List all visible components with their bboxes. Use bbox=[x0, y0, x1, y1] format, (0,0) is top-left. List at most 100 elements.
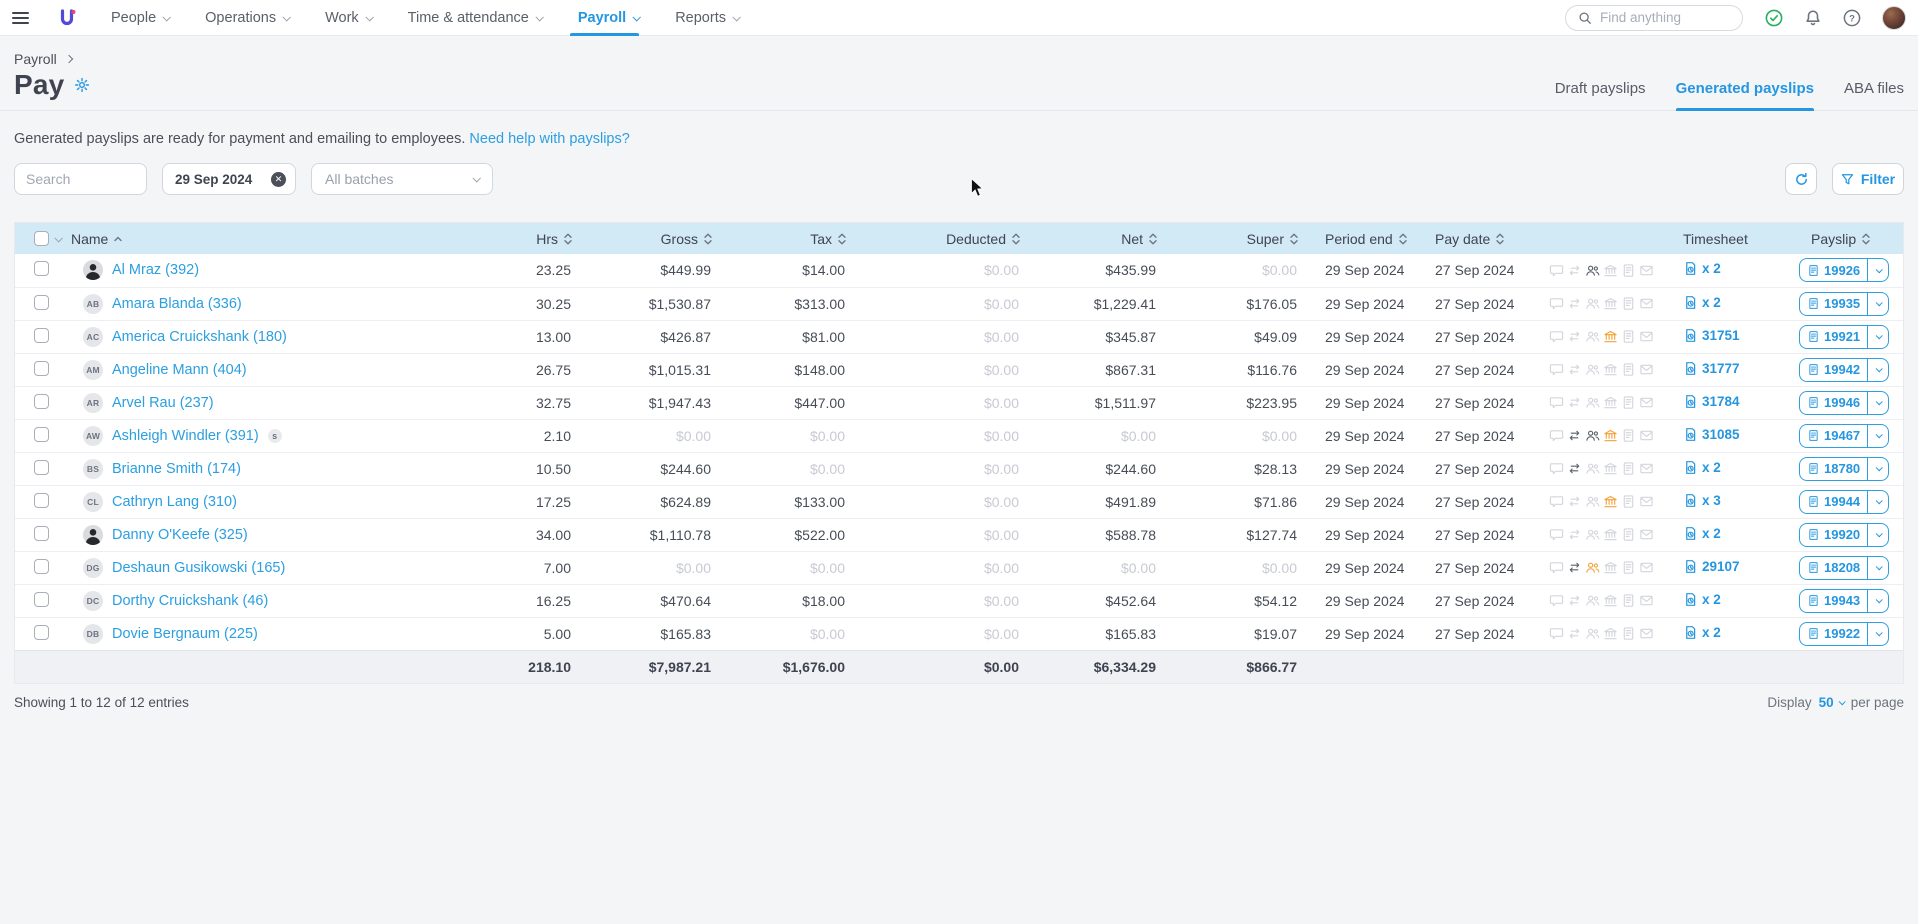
note-icon[interactable] bbox=[1621, 329, 1636, 344]
row-checkbox[interactable] bbox=[34, 625, 49, 640]
col-header-period_end[interactable]: Period end bbox=[1309, 223, 1431, 254]
note-icon[interactable] bbox=[1621, 494, 1636, 509]
select-options-chevron-icon[interactable] bbox=[54, 234, 62, 242]
col-header-gross[interactable]: Gross bbox=[583, 223, 723, 254]
notifications-bell-icon[interactable] bbox=[1804, 9, 1822, 27]
employee-name-link[interactable]: Dovie Bergnaum (225) bbox=[112, 626, 258, 642]
employee-name-link[interactable]: Amara Blanda (336) bbox=[112, 296, 242, 312]
email-icon[interactable] bbox=[1639, 263, 1654, 278]
people-icon[interactable] bbox=[1585, 494, 1600, 509]
col-header-super[interactable]: Super bbox=[1168, 223, 1309, 254]
row-checkbox[interactable] bbox=[34, 427, 49, 442]
note-icon[interactable] bbox=[1621, 527, 1636, 542]
status-check-icon[interactable] bbox=[1765, 9, 1783, 27]
email-icon[interactable] bbox=[1639, 296, 1654, 311]
timesheet-link[interactable]: x 2 bbox=[1671, 460, 1721, 475]
nav-item-work[interactable]: Work bbox=[311, 0, 386, 36]
nav-item-reports[interactable]: Reports bbox=[661, 0, 753, 36]
tab-generated-payslips[interactable]: Generated payslips bbox=[1676, 80, 1814, 110]
row-checkbox[interactable] bbox=[34, 460, 49, 475]
note-icon[interactable] bbox=[1621, 626, 1636, 641]
bank-icon[interactable] bbox=[1603, 626, 1618, 641]
app-logo[interactable] bbox=[57, 8, 77, 28]
people-icon[interactable] bbox=[1585, 395, 1600, 410]
col-header-net[interactable]: Net bbox=[1031, 223, 1168, 254]
transfer-icon[interactable] bbox=[1567, 626, 1582, 641]
timesheet-link[interactable]: 31085 bbox=[1671, 427, 1740, 442]
bank-icon[interactable] bbox=[1603, 395, 1618, 410]
email-icon[interactable] bbox=[1639, 527, 1654, 542]
payslip-dropdown-button[interactable] bbox=[1867, 392, 1888, 414]
people-icon[interactable] bbox=[1585, 329, 1600, 344]
settings-gear-icon[interactable] bbox=[74, 77, 90, 93]
timesheet-link[interactable]: x 2 bbox=[1671, 592, 1721, 607]
email-icon[interactable] bbox=[1639, 461, 1654, 476]
timesheet-link[interactable]: x 2 bbox=[1671, 295, 1721, 310]
table-search-field[interactable] bbox=[14, 163, 147, 195]
clear-date-icon[interactable]: ✕ bbox=[271, 172, 286, 187]
bank-icon[interactable] bbox=[1603, 263, 1618, 278]
hamburger-menu-icon[interactable] bbox=[12, 12, 29, 24]
bank-icon[interactable] bbox=[1603, 428, 1618, 443]
payslip-button[interactable]: 19935 bbox=[1799, 292, 1889, 316]
people-icon[interactable] bbox=[1585, 428, 1600, 443]
bank-icon[interactable] bbox=[1603, 494, 1618, 509]
payslip-dropdown-button[interactable] bbox=[1867, 590, 1888, 612]
bank-icon[interactable] bbox=[1603, 560, 1618, 575]
nav-item-operations[interactable]: Operations bbox=[191, 0, 303, 36]
transfer-icon[interactable] bbox=[1567, 362, 1582, 377]
people-icon[interactable] bbox=[1585, 560, 1600, 575]
note-icon[interactable] bbox=[1621, 560, 1636, 575]
transfer-icon[interactable] bbox=[1567, 461, 1582, 476]
global-search[interactable] bbox=[1565, 5, 1743, 31]
note-icon[interactable] bbox=[1621, 428, 1636, 443]
row-checkbox[interactable] bbox=[34, 493, 49, 508]
tab-draft-payslips[interactable]: Draft payslips bbox=[1555, 80, 1646, 110]
payslip-button[interactable]: 18780 bbox=[1799, 457, 1889, 481]
email-icon[interactable] bbox=[1639, 428, 1654, 443]
email-icon[interactable] bbox=[1639, 593, 1654, 608]
bank-icon[interactable] bbox=[1603, 461, 1618, 476]
employee-name-link[interactable]: Dorthy Cruickshank (46) bbox=[112, 593, 268, 609]
bank-icon[interactable] bbox=[1603, 593, 1618, 608]
email-icon[interactable] bbox=[1639, 560, 1654, 575]
note-icon[interactable] bbox=[1621, 461, 1636, 476]
comment-icon[interactable] bbox=[1549, 527, 1564, 542]
transfer-icon[interactable] bbox=[1567, 329, 1582, 344]
transfer-icon[interactable] bbox=[1567, 296, 1582, 311]
comment-icon[interactable] bbox=[1549, 395, 1564, 410]
employee-name-link[interactable]: Cathryn Lang (310) bbox=[112, 494, 237, 510]
bank-icon[interactable] bbox=[1603, 329, 1618, 344]
note-icon[interactable] bbox=[1621, 395, 1636, 410]
payslip-dropdown-button[interactable] bbox=[1867, 458, 1888, 480]
email-icon[interactable] bbox=[1639, 329, 1654, 344]
payslip-button[interactable]: 19946 bbox=[1799, 391, 1889, 415]
timesheet-link[interactable]: 31751 bbox=[1671, 328, 1740, 343]
timesheet-link[interactable]: 29107 bbox=[1671, 559, 1740, 574]
people-icon[interactable] bbox=[1585, 362, 1600, 377]
employee-name-link[interactable]: Angeline Mann (404) bbox=[112, 362, 247, 378]
transfer-icon[interactable] bbox=[1567, 494, 1582, 509]
payslip-button[interactable]: 19942 bbox=[1799, 358, 1889, 382]
breadcrumb-payroll-link[interactable]: Payroll bbox=[14, 51, 57, 67]
global-search-input[interactable] bbox=[1600, 10, 1720, 25]
note-icon[interactable] bbox=[1621, 362, 1636, 377]
bank-icon[interactable] bbox=[1603, 362, 1618, 377]
transfer-icon[interactable] bbox=[1567, 428, 1582, 443]
payslip-dropdown-button[interactable] bbox=[1867, 491, 1888, 513]
col-header-tax[interactable]: Tax bbox=[723, 223, 857, 254]
timesheet-link[interactable]: x 2 bbox=[1671, 625, 1721, 640]
payslip-button[interactable]: 19920 bbox=[1799, 523, 1889, 547]
comment-icon[interactable] bbox=[1549, 362, 1564, 377]
comment-icon[interactable] bbox=[1549, 626, 1564, 641]
comment-icon[interactable] bbox=[1549, 560, 1564, 575]
bank-icon[interactable] bbox=[1603, 527, 1618, 542]
note-icon[interactable] bbox=[1621, 593, 1636, 608]
row-checkbox[interactable] bbox=[34, 361, 49, 376]
note-icon[interactable] bbox=[1621, 296, 1636, 311]
payslip-button[interactable]: 19921 bbox=[1799, 325, 1889, 349]
comment-icon[interactable] bbox=[1549, 461, 1564, 476]
payslip-dropdown-button[interactable] bbox=[1867, 623, 1888, 645]
employee-name-link[interactable]: Deshaun Gusikowski (165) bbox=[112, 560, 285, 576]
bank-icon[interactable] bbox=[1603, 296, 1618, 311]
